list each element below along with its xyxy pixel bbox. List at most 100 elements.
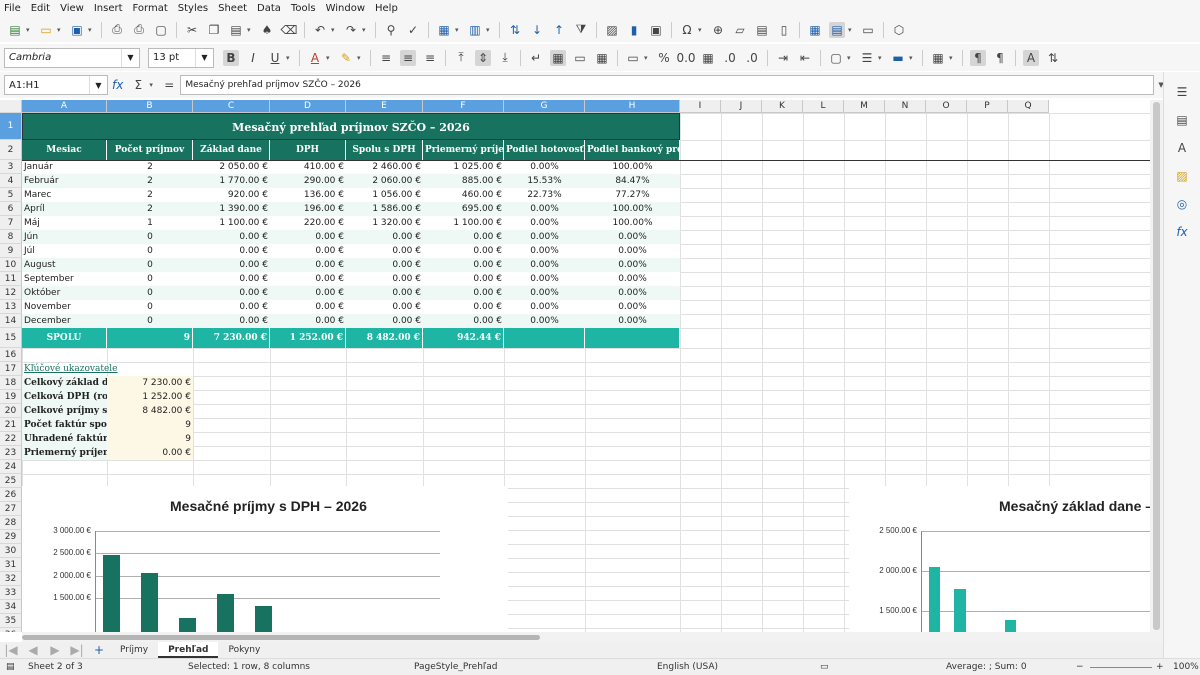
text-direction-rtl-icon[interactable]: ¶ [992, 50, 1008, 66]
table-cell[interactable]: 290.00 € [270, 174, 346, 188]
row-header-8[interactable]: 8 [0, 230, 22, 244]
navigator-icon[interactable]: ◎ [1174, 196, 1190, 212]
table-cell[interactable]: 0.00 € [346, 286, 423, 300]
sort-descending-icon[interactable]: ↑ [551, 22, 567, 38]
undo-icon[interactable]: ↶ [312, 22, 328, 38]
table-cell[interactable]: 0.00% [504, 202, 585, 216]
total-cell[interactable]: 9 [107, 328, 193, 348]
column-header-f[interactable]: F [423, 100, 504, 113]
table-cell[interactable]: 1 390.00 € [193, 202, 270, 216]
total-cell[interactable]: 7 230.00 € [193, 328, 270, 348]
chart-bar[interactable] [178, 617, 196, 632]
language[interactable]: English (USA) [657, 662, 718, 672]
unmerge-cells-icon[interactable]: ▦ [594, 50, 610, 66]
chevron-down-icon[interactable]: ▼ [121, 48, 139, 67]
row-header-30[interactable]: 30 [0, 544, 22, 558]
merge-center-icon[interactable]: ▦ [550, 49, 566, 66]
tab-pokyny[interactable]: Pokyny [218, 642, 270, 658]
add-decimal-icon[interactable]: .0 [722, 50, 738, 66]
open-folder-icon[interactable]: ▭ [38, 22, 54, 38]
insert-chart-icon[interactable]: ▮ [626, 22, 642, 38]
row-header-36[interactable]: 36 [0, 628, 22, 632]
table-cell[interactable]: 0.00 € [423, 244, 504, 258]
column-title-cell[interactable]: Počet príjmov [107, 140, 193, 160]
new-document-icon[interactable]: ▤ [7, 22, 23, 38]
table-cell[interactable]: 0.00 € [270, 314, 346, 328]
table-cell[interactable]: 0.00 € [423, 286, 504, 300]
autofilter-icon[interactable]: ⧩ [573, 22, 589, 38]
menu-item-data[interactable]: Data [257, 3, 281, 14]
table-cell[interactable]: 1 100.00 € [193, 216, 270, 230]
table-cell[interactable]: 100.00% [585, 216, 680, 230]
column-header-c[interactable]: C [193, 100, 270, 113]
column-header-b[interactable]: B [107, 100, 193, 113]
find-replace-icon[interactable]: ⚲ [383, 22, 399, 38]
row-header-16[interactable]: 16 [0, 348, 22, 362]
kpi-value-cell[interactable]: 7 230.00 € [107, 376, 193, 390]
table-cell[interactable]: 0.00 € [193, 300, 270, 314]
table-cell[interactable]: 0.00 € [270, 272, 346, 286]
kpi-label-cell[interactable]: Celková DPH (rok 2026): [22, 390, 150, 404]
table-cell[interactable]: September [22, 272, 107, 286]
kpi-value-cell[interactable]: 9 [107, 432, 193, 446]
column-header-q[interactable]: Q [1008, 100, 1049, 113]
table-cell[interactable]: 22.73% [504, 188, 585, 202]
chart-bar[interactable] [216, 594, 234, 632]
table-cell[interactable]: 0.00 € [346, 272, 423, 286]
row-header-21[interactable]: 21 [0, 418, 22, 432]
table-cell[interactable]: 0.00 € [423, 272, 504, 286]
table-cell[interactable]: 1 [107, 216, 193, 230]
table-cell[interactable]: 0 [107, 272, 193, 286]
chart-bar[interactable] [254, 606, 272, 632]
cut-icon[interactable]: ✂ [184, 22, 200, 38]
highlight-color-icon[interactable]: ✎ [338, 50, 354, 66]
decrease-indent-icon[interactable]: ⇤ [797, 50, 813, 66]
table-cell[interactable]: 0.00% [504, 314, 585, 328]
hamburger-menu-icon[interactable]: ☰ [1174, 84, 1190, 100]
row-header-20[interactable]: 20 [0, 404, 22, 418]
row-header-2[interactable]: 2 [0, 140, 22, 160]
align-top-icon[interactable]: ⤒ [453, 50, 469, 66]
table-cell[interactable]: 220.00 € [270, 216, 346, 230]
underline-icon[interactable]: U [267, 50, 283, 66]
border-style-icon[interactable]: ☰ [859, 50, 875, 66]
column-header-h[interactable]: H [585, 100, 680, 113]
column-header-m[interactable]: M [844, 100, 885, 113]
kpi-value-cell[interactable]: 8 482.00 € [107, 404, 193, 418]
table-cell[interactable]: 0.00 € [193, 314, 270, 328]
menu-item-format[interactable]: Format [133, 3, 168, 14]
menu-item-sheet[interactable]: Sheet [218, 3, 247, 14]
gallery-icon[interactable]: ▨ [1174, 168, 1190, 184]
zoom-in-icon[interactable]: + [1156, 662, 1164, 672]
chart-bar[interactable] [103, 555, 121, 632]
table-cell[interactable]: 0.00 € [193, 230, 270, 244]
paste-icon[interactable]: ▤ [228, 22, 244, 38]
clone-formatting-icon[interactable]: ♠ [259, 22, 275, 38]
table-cell[interactable]: 0.00% [504, 286, 585, 300]
table-cell[interactable]: 920.00 € [193, 188, 270, 202]
table-cell[interactable]: 0.00% [504, 300, 585, 314]
conditional-format-icon[interactable]: ▦ [930, 50, 946, 66]
row-header-18[interactable]: 18 [0, 376, 22, 390]
table-cell[interactable]: 885.00 € [423, 174, 504, 188]
zoom-level[interactable]: 100% [1173, 662, 1199, 672]
table-cell[interactable]: 0.00% [585, 314, 680, 328]
page-style[interactable]: PageStyle_Prehľad [414, 662, 498, 672]
first-sheet-icon[interactable]: |◀ [3, 642, 19, 658]
table-cell[interactable]: November [22, 300, 107, 314]
table-cell[interactable]: 695.00 € [423, 202, 504, 216]
menu-item-window[interactable]: Window [326, 3, 365, 14]
insert-image-icon[interactable]: ▨ [604, 22, 620, 38]
percent-format-icon[interactable]: % [656, 50, 672, 66]
kpi-title-cell[interactable]: Kľúčové ukazovatele [22, 362, 193, 376]
table-cell[interactable]: 0.00 € [346, 244, 423, 258]
table-cell[interactable]: 2 [107, 202, 193, 216]
function-wizard-icon[interactable]: fx [112, 78, 123, 92]
total-cell[interactable]: 8 482.00 € [346, 328, 423, 348]
row-header-1[interactable]: 1 [0, 113, 22, 140]
table-cell[interactable]: 0.00 € [270, 244, 346, 258]
chevron-down-icon[interactable]: ▼ [89, 76, 107, 94]
table-cell[interactable]: Apríl [22, 202, 107, 216]
total-cell[interactable]: SPOLU [22, 328, 107, 348]
row-header-34[interactable]: 34 [0, 600, 22, 614]
